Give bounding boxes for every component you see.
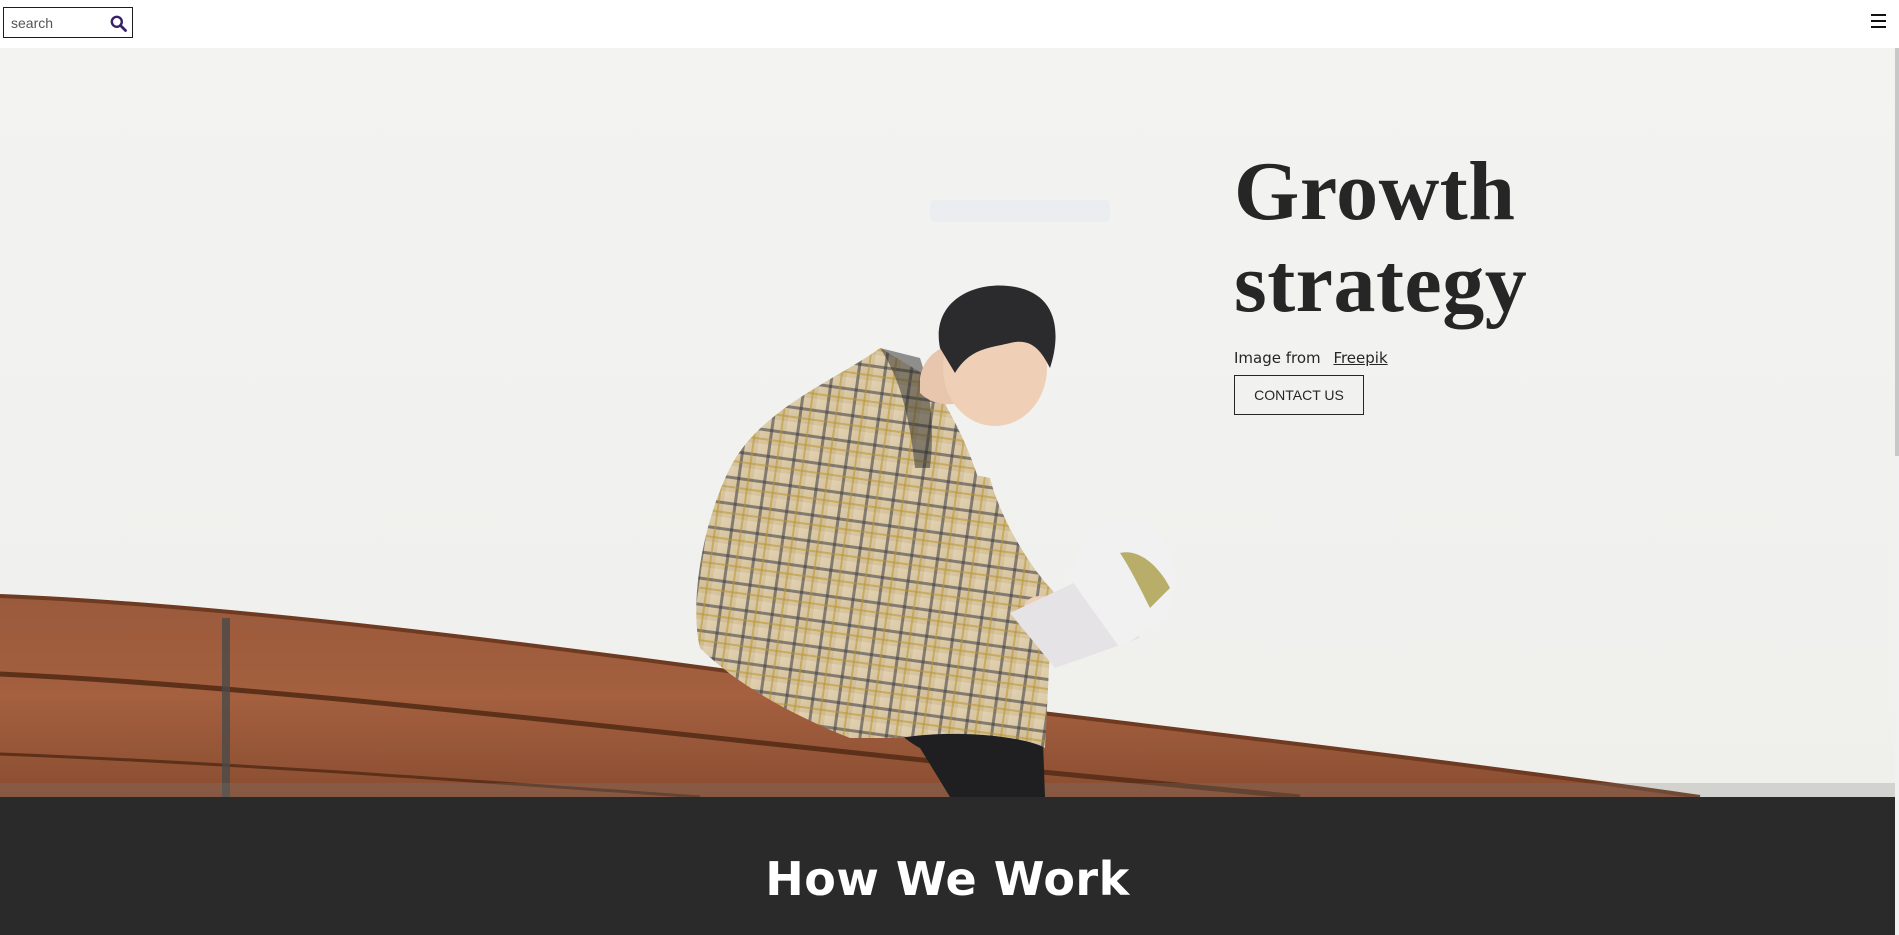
section-title: How We Work (765, 852, 1130, 906)
search-input[interactable] (4, 8, 104, 37)
image-credit: Image from Freepik (1234, 348, 1654, 368)
hero-title-line-2: strategy (1234, 237, 1528, 330)
image-credit-prefix: Image from (1234, 349, 1321, 367)
hamburger-menu-icon[interactable] (1871, 12, 1887, 30)
top-bar (0, 0, 1899, 48)
how-we-work-section: How We Work (0, 797, 1895, 935)
contact-us-button[interactable]: CONTACT US (1234, 375, 1364, 415)
search-box (3, 7, 133, 38)
scrollbar-thumb[interactable] (1895, 48, 1899, 456)
freepik-link[interactable]: Freepik (1333, 349, 1387, 367)
page: Growth strategy Image from Freepik CONTA… (0, 0, 1899, 935)
hero-text-block: Growth strategy Image from Freepik CONTA… (1234, 146, 1654, 415)
hero-title-line-1: Growth (1234, 145, 1516, 238)
hero-section: Growth strategy Image from Freepik CONTA… (0, 48, 1895, 797)
search-button[interactable] (108, 13, 128, 33)
search-icon (110, 15, 127, 32)
